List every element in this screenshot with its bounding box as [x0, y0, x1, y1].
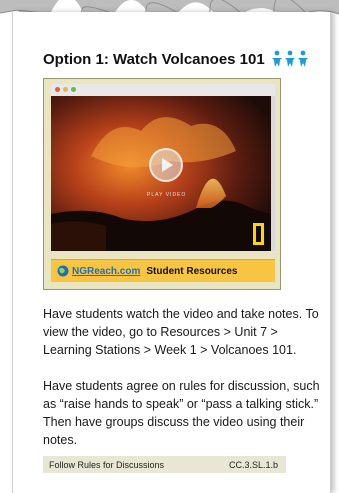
video-scrollbar[interactable] — [271, 96, 275, 251]
globe-icon — [57, 265, 69, 277]
play-video-label: PLAY VIDEO — [147, 192, 187, 198]
window-minimize-button[interactable] — [63, 87, 68, 92]
video-player[interactable]: PLAY VIDEO — [51, 96, 275, 251]
student-resources-label: Student Resources — [146, 265, 238, 277]
video-thumbnail-frame: PLAY VIDEO NGReach.com Student Resources — [43, 78, 281, 290]
standard-code: CC.3.SL.1.b — [228, 459, 278, 470]
skill-label: Follow Rules for Discussions — [49, 459, 165, 470]
student-resources-bar: NGReach.com Student Resources — [51, 259, 275, 282]
page: Option 1: Watch Volcanoes 101 PLAY VIDEO… — [0, 0, 339, 493]
activity-header: Option 1: Watch Volcanoes 101 — [43, 50, 309, 68]
ngreach-link[interactable]: NGReach.com — [72, 266, 140, 277]
activity-title: Option 1: Watch Volcanoes 101 — [43, 50, 265, 68]
highlight-marker — [253, 223, 264, 245]
play-icon — [162, 158, 173, 172]
instructions-paragraph-1: Have students watch the video and take n… — [43, 307, 319, 357]
window-zoom-button[interactable] — [71, 87, 76, 92]
window-close-button[interactable] — [55, 87, 60, 92]
play-button[interactable] — [149, 148, 183, 182]
standards-footer: Follow Rules for Discussions CC.3.SL.1.b — [43, 456, 286, 473]
instructions-paragraph-2: Have students agree on rules for discuss… — [43, 379, 320, 447]
group-of-people-icon — [271, 50, 308, 67]
